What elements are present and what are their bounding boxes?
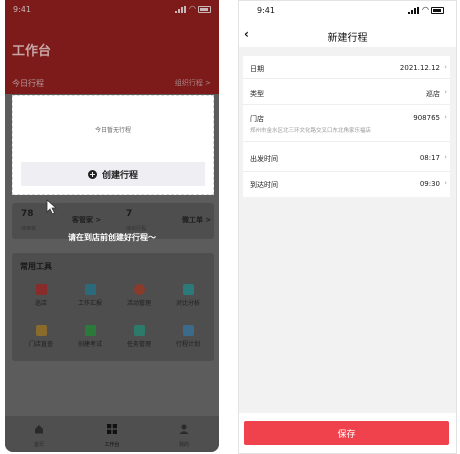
tool-label: 任务管理 [126,341,151,348]
today-trip-card: 今日暂无行程 + 创建行程 [12,95,214,195]
grid-icon [107,424,117,434]
field-label: 出发时间 [250,155,278,163]
tool-itinerary-plan[interactable]: 行程计划 [165,325,211,348]
itinerary-icon [182,325,194,336]
tab-label: 我的 [178,442,189,448]
patrol-icon [35,284,47,295]
page-title: 工作台 [12,44,52,59]
stat-label: 待审核 [21,226,37,232]
signal-icon [408,6,420,14]
tool-work-report[interactable]: 工作汇报 [67,284,113,307]
chevron-right-icon: › [444,63,447,71]
arrival-time-row[interactable]: 到达时间 09:30 › [243,172,450,197]
guide-hint-text: 请在到店前创建好行程～ [68,233,156,242]
wifi-icon: ◠ [422,5,429,14]
tool-label: 门店直查 [28,341,53,348]
plan-trip-link[interactable]: 组织行程 > [175,78,211,88]
tab-home[interactable]: 首页 [19,422,59,448]
date-row[interactable]: 日期 2021.12.12 › [243,56,450,79]
create-trip-button[interactable]: + 创建行程 [21,162,205,186]
bottom-action-bar: 保存 [239,413,456,453]
work-order-link[interactable]: 微工单 > [182,215,211,225]
task-icon [133,325,145,336]
cursor-pointer-icon [46,199,58,215]
save-button[interactable]: 保存 [244,421,449,445]
tool-label: 活动管理 [126,300,151,307]
status-time: 9:41 [13,5,31,14]
today-trip-label: 今日行程 [12,79,44,88]
stat-number: 78 [21,209,34,219]
field-value: 09:30 [419,180,440,188]
exam-icon [84,325,96,336]
stat-number: 7 [126,209,133,219]
tab-label: 工作台 [104,442,120,448]
store-icon [35,325,47,336]
field-label: 到达时间 [250,181,278,189]
status-icons: ◠ [408,6,444,14]
tools-title: 常用工具 [20,262,52,271]
bottom-tab-bar: 首页 工作台 我的 [5,416,219,452]
tab-workbench[interactable]: 工作台 [92,422,132,448]
common-tools-card: 常用工具 巡店 工作汇报 活动管理 对比分析 门店直查 创建考试 任务管理 行程… [12,253,214,361]
tool-label: 创建考试 [77,341,102,348]
tool-activity-management[interactable]: 活动管理 [116,284,162,307]
user-icon [179,424,189,434]
plus-circle-icon: + [87,169,97,179]
tool-patrol[interactable]: 巡店 [18,284,64,307]
page-title: 新建行程 [327,33,368,44]
tool-label: 工作汇报 [77,300,102,307]
status-icons: ◠ [175,5,211,13]
battery-icon [198,5,211,13]
tool-store-lookup[interactable]: 门店直查 [18,325,64,348]
chevron-right-icon: › [444,88,447,96]
chevron-right-icon: › [444,179,447,187]
field-value: 2021.12.12 [399,64,440,72]
analysis-icon [182,284,194,295]
status-time: 9:41 [257,6,275,15]
tool-comparison-analysis[interactable]: 对比分析 [165,284,211,307]
chevron-right-icon: › [444,113,447,121]
trip-form: 日期 2021.12.12 › 类型 巡店 › 门店 908765 › 郑州市金… [243,56,450,197]
tool-label: 行程计划 [175,341,200,348]
field-value: 908765 [413,114,440,122]
home-icon [35,425,43,434]
customer-manager-link[interactable]: 客管家 > [72,215,101,225]
create-trip-label: 创建行程 [101,170,138,181]
store-row[interactable]: 门店 908765 › 郑州市金水区北三环文化路交叉口东北角家乐福店 [243,105,450,142]
stat-label: 待出行程 [126,226,147,232]
field-value: 08:17 [419,154,440,162]
field-label: 门店 [250,115,264,123]
field-label: 类型 [250,90,264,98]
chevron-right-icon: › [444,153,447,161]
new-trip-screen: 9:41 ◠ ‹ 新建行程 日期 2021.12.12 › 类型 巡店 › 门店… [238,0,457,454]
activity-icon [133,284,145,295]
tab-label: 首页 [33,442,44,448]
empty-trip-text: 今日暂无行程 [94,127,131,134]
tool-label: 对比分析 [175,300,200,307]
field-value: 巡店 [426,90,440,98]
tool-label: 巡店 [34,300,47,307]
tool-task-management[interactable]: 任务管理 [116,325,162,348]
workbench-screen: 9:41 ◠ 工作台 今日行程 组织行程 > 78 待审核 客管家 > 7 待出… [5,0,219,452]
signal-icon [175,5,187,13]
report-icon [84,284,96,295]
departure-time-row[interactable]: 出发时间 08:17 › [243,142,450,172]
wifi-icon: ◠ [189,4,196,13]
store-address: 郑州市金水区北三环文化路交叉口东北角家乐福店 [250,128,372,134]
field-label: 日期 [250,65,264,73]
type-row[interactable]: 类型 巡店 › [243,79,450,105]
battery-icon [431,6,444,14]
tool-create-exam[interactable]: 创建考试 [67,325,113,348]
tab-me[interactable]: 我的 [164,422,204,448]
